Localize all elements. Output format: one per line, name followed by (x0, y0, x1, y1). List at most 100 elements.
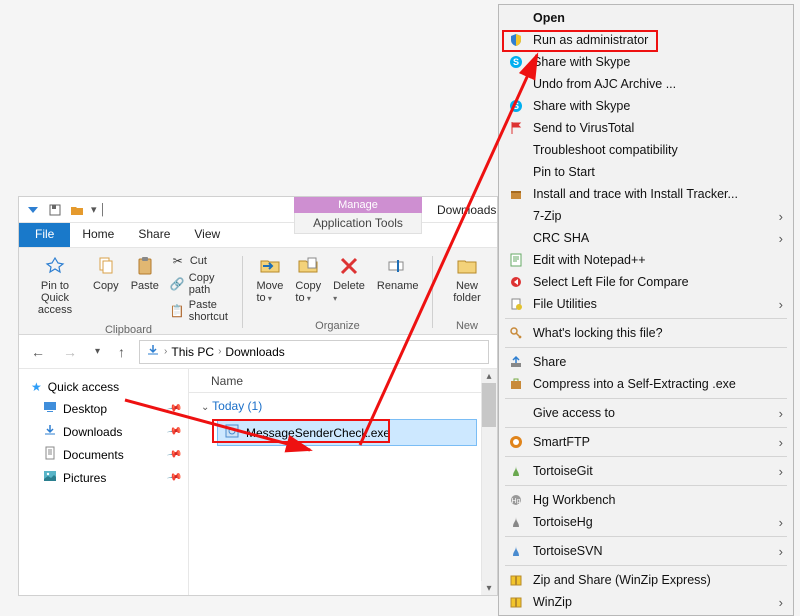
navigation-pane: ★ Quick access Desktop📌 Downloads📌 Docum… (19, 369, 189, 595)
file-item-selected[interactable]: MessageSenderCheck.exe (217, 419, 477, 446)
context-menu-separator (505, 565, 787, 566)
context-menu-item-label: What's locking this file? (533, 326, 663, 340)
context-menu-item-label: CRC SHA (533, 231, 589, 245)
context-menu-item[interactable]: SmartFTP (501, 431, 791, 453)
move-to-button[interactable]: Move to ▾ (253, 252, 288, 306)
save-icon[interactable] (47, 202, 63, 218)
title-bar: ▾ │ (19, 197, 497, 223)
context-menu-item[interactable]: Give access to (501, 402, 791, 424)
tsvn-icon (507, 542, 525, 560)
crumb-this-pc[interactable]: This PC (171, 345, 214, 359)
context-menu-item[interactable]: Troubleshoot compatibility (501, 139, 791, 161)
blank-icon (507, 207, 525, 225)
context-menu-item[interactable]: Edit with Notepad++ (501, 249, 791, 271)
context-menu-item-label: Open (533, 11, 565, 25)
sidebar-item-downloads[interactable]: Downloads📌 (19, 420, 188, 443)
context-menu-item-label: Edit with Notepad++ (533, 253, 646, 267)
scrollbar[interactable]: ▴ ▾ (481, 369, 497, 595)
context-menu-item-label: Hg Workbench (533, 493, 615, 507)
cut-button[interactable]: ✂Cut (167, 252, 232, 270)
tab-share[interactable]: Share (126, 223, 182, 247)
context-menu-item-label: Share with Skype (533, 99, 630, 113)
rename-button[interactable]: Rename (373, 252, 423, 306)
shield-icon (507, 31, 525, 49)
context-menu-item[interactable]: S Share with Skype (501, 95, 791, 117)
blank-icon (507, 404, 525, 422)
copy-path-button[interactable]: 🔗Copy path (167, 271, 232, 297)
organize-group-label: Organize (315, 320, 360, 332)
back-button[interactable]: ← (27, 342, 49, 362)
context-menu-item[interactable]: What's locking this file? (501, 322, 791, 344)
context-menu-item-label: Undo from AJC Archive ... (533, 77, 676, 91)
delete-button[interactable]: Delete ▾ (329, 252, 369, 306)
column-header-row[interactable]: Name (189, 369, 497, 393)
context-menu-item[interactable]: Select Left File for Compare (501, 271, 791, 293)
tab-file[interactable]: File (19, 223, 70, 247)
pin-icon: 📌 (166, 400, 183, 416)
scroll-down-button[interactable]: ▾ (481, 581, 497, 595)
tab-home[interactable]: Home (70, 223, 126, 247)
sidebar-item-desktop[interactable]: Desktop📌 (19, 397, 188, 420)
new-folder-button[interactable]: New folder (443, 252, 491, 306)
context-menu-item[interactable]: CRC SHA (501, 227, 791, 249)
rename-icon (386, 254, 410, 278)
context-menu-item[interactable]: Compress into a Self-Extracting .exe (501, 373, 791, 395)
context-menu-item[interactable]: Run as administrator (501, 29, 791, 51)
context-menu-item[interactable]: TortoiseGit (501, 460, 791, 482)
tgit-icon (507, 462, 525, 480)
manage-tab-header[interactable]: Manage (294, 197, 422, 213)
context-menu-item-label: Select Left File for Compare (533, 275, 689, 289)
sidebar-item-documents[interactable]: Documents📌 (19, 443, 188, 466)
context-menu-item[interactable]: Pin to Start (501, 161, 791, 183)
context-menu-item[interactable]: Install and trace with Install Tracker..… (501, 183, 791, 205)
context-menu-item[interactable]: Share (501, 351, 791, 373)
context-menu-item[interactable]: SShare with Skype (501, 51, 791, 73)
paste-shortcut-button[interactable]: 📋Paste shortcut (167, 298, 232, 324)
column-name[interactable]: Name (211, 374, 243, 388)
down-arrow-icon[interactable] (25, 202, 41, 218)
winzip-icon (507, 593, 525, 611)
blank-icon (507, 163, 525, 181)
delete-icon (337, 254, 361, 278)
tab-view[interactable]: View (182, 223, 232, 247)
context-menu-item[interactable]: 7-Zip (501, 205, 791, 227)
group-today[interactable]: ⌄ Today (1) (189, 393, 497, 417)
context-menu-separator (505, 347, 787, 348)
folder-icon[interactable] (69, 202, 85, 218)
copy-button[interactable]: Copy (89, 252, 123, 324)
breadcrumb[interactable]: › This PC › Downloads (139, 340, 489, 364)
sidebar-quick-access[interactable]: ★ Quick access (19, 377, 188, 397)
context-menu-separator (505, 536, 787, 537)
recent-locations-button[interactable]: ▾ (91, 344, 104, 359)
context-menu-item[interactable]: Undo from AJC Archive ... (501, 73, 791, 95)
thg-icon (507, 513, 525, 531)
context-menu-item[interactable]: TortoiseSVN (501, 540, 791, 562)
context-menu-item[interactable]: Send to VirusTotal (501, 117, 791, 139)
context-menu-item[interactable]: TortoiseHg (501, 511, 791, 533)
blank-icon (507, 9, 525, 27)
copy-to-button[interactable]: Copy to ▾ (291, 252, 325, 306)
svg-text:Hg: Hg (512, 498, 521, 505)
forward-button[interactable]: → (59, 342, 81, 362)
context-menu-item[interactable]: Hg Hg Workbench (501, 489, 791, 511)
sidebar-item-pictures[interactable]: Pictures📌 (19, 466, 188, 489)
paste-button[interactable]: Paste (127, 252, 163, 324)
up-button[interactable]: ↑ (114, 342, 129, 362)
context-menu-item[interactable]: WinZip (501, 591, 791, 613)
application-tools-tab[interactable]: Application Tools (294, 213, 422, 234)
exe-file-icon (224, 423, 240, 442)
scroll-up-button[interactable]: ▴ (481, 369, 497, 383)
context-menu-item-label: Run as administrator (533, 33, 648, 47)
pin-quick-access-button[interactable]: Pin to Quick access (25, 252, 85, 324)
context-menu-item[interactable]: File Utilities (501, 293, 791, 315)
file-name-label: MessageSenderCheck.exe (246, 426, 390, 440)
pictures-icon (43, 469, 57, 486)
paste-icon (133, 254, 157, 278)
crumb-downloads[interactable]: Downloads (225, 345, 284, 359)
scroll-thumb[interactable] (482, 383, 496, 427)
context-menu-item[interactable]: Open (501, 7, 791, 29)
context-menu-item[interactable]: Zip and Share (WinZip Express) (501, 569, 791, 591)
skype-icon: S (507, 53, 525, 71)
skype-icon: S (507, 97, 525, 115)
blank-icon (507, 75, 525, 93)
